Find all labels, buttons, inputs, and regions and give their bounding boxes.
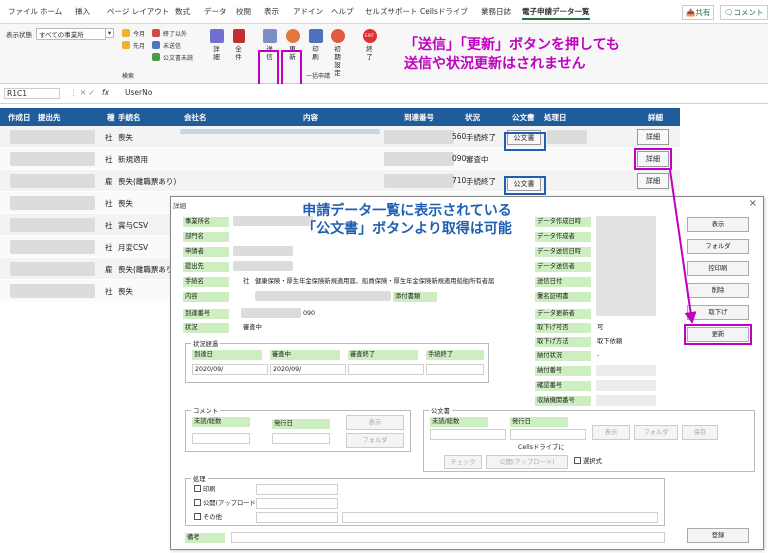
callout-mid-line2: 「公文書」ボタンより取得は可能: [302, 221, 512, 237]
arrow-overlay: [669, 169, 697, 324]
callout-mid: 申請データ一覧に表示されている 「公文書」ボタンより取得は可能: [262, 202, 552, 238]
pointer-arrow: [669, 169, 697, 324]
callout-mid-line1: 申請データ一覧に表示されている: [302, 203, 512, 219]
